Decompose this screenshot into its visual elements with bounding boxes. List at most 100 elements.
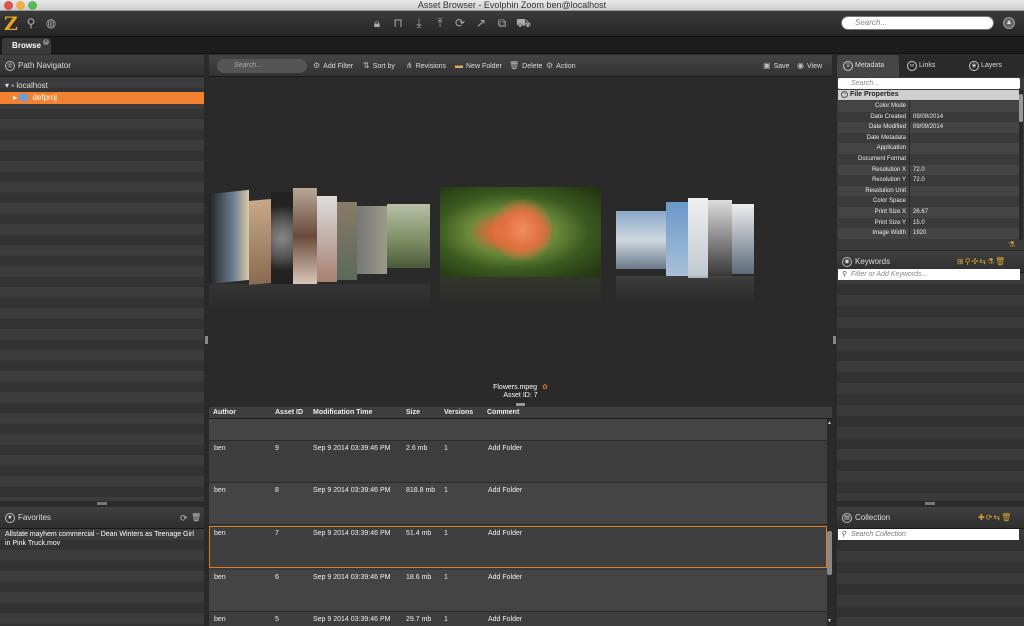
keywords-list bbox=[837, 273, 1024, 501]
thumbnail[interactable] bbox=[688, 198, 708, 278]
left-splitter-handle[interactable] bbox=[97, 502, 107, 505]
thumbnail[interactable] bbox=[249, 199, 271, 285]
flask-icon[interactable]: ⚗ bbox=[1008, 240, 1015, 249]
table-row[interactable] bbox=[209, 419, 827, 441]
property-value[interactable]: 72.0 bbox=[913, 165, 925, 176]
path-navigator-title: Path Navigator bbox=[18, 61, 71, 70]
tab-links[interactable]: ∞ Links bbox=[901, 55, 961, 77]
share-icon[interactable]: ↗ bbox=[474, 16, 488, 30]
close-icon[interactable]: × bbox=[43, 39, 49, 45]
collection-search-input[interactable]: ⚲ Search Collection bbox=[838, 529, 1019, 540]
favorite-item[interactable]: Allstate mayhem commercial - Dean Winter… bbox=[5, 530, 200, 548]
cart-icon[interactable]: ⛟ bbox=[516, 16, 531, 30]
thumbnail[interactable] bbox=[387, 204, 430, 268]
table-row-selected[interactable]: ben 7 Sep 9 2014 03:39:46 PM 51.4 mb 1 A… bbox=[209, 526, 827, 568]
collection-tools-icon[interactable]: ✚⟳⇆🗑︎ bbox=[978, 512, 1012, 524]
property-row: Color Space bbox=[838, 196, 1020, 207]
tab-layers[interactable]: ◈ Layers bbox=[963, 55, 1023, 77]
property-value[interactable]: 09/09/2014 bbox=[913, 112, 943, 123]
view-button[interactable]: ◉ View bbox=[797, 59, 822, 73]
cell-versions: 1 bbox=[444, 530, 448, 537]
thumbnail[interactable] bbox=[616, 211, 666, 269]
table-row[interactable]: ben 6 Sep 9 2014 03:39:46 PM 18.6 mb 1 A… bbox=[209, 570, 827, 612]
layers-icon: ◈ bbox=[969, 61, 979, 71]
left-divider-grip[interactable] bbox=[205, 336, 208, 344]
thumbnail[interactable] bbox=[357, 206, 387, 274]
cell-author: ben bbox=[214, 487, 226, 494]
column-modification-time[interactable]: Modification Time bbox=[313, 407, 372, 419]
table-row[interactable]: ben 5 Sep 9 2014 03:39:46 PM 29.7 mb 1 A… bbox=[209, 612, 827, 626]
copy-icon[interactable]: ⧉ bbox=[495, 16, 509, 30]
column-author[interactable]: Author bbox=[213, 407, 236, 419]
property-row: Document Format bbox=[838, 154, 1020, 165]
selected-thumbnail[interactable] bbox=[440, 187, 601, 277]
unlock-icon[interactable]: ⊓ bbox=[391, 16, 405, 30]
property-value[interactable]: 1920 bbox=[913, 228, 926, 239]
column-asset-id[interactable]: Asset ID bbox=[275, 407, 303, 419]
delete-label: Delete bbox=[522, 63, 543, 70]
lock-icon[interactable]: 🔒︎ bbox=[370, 16, 384, 30]
right-splitter-handle[interactable] bbox=[925, 502, 935, 505]
property-value[interactable]: 09/09/2014 bbox=[913, 122, 943, 133]
sort-by-button[interactable]: ⇅ Sort by bbox=[363, 59, 395, 73]
thumbnail[interactable] bbox=[317, 196, 337, 282]
property-value[interactable]: 15.0 bbox=[913, 218, 925, 229]
new-folder-button[interactable]: ▬ New Folder bbox=[455, 59, 502, 73]
metadata-scrollbar-thumb[interactable] bbox=[1019, 94, 1023, 122]
global-search-input[interactable]: Search... bbox=[841, 16, 994, 30]
thumbnail[interactable] bbox=[293, 188, 317, 284]
metadata-scrollbar[interactable] bbox=[1019, 90, 1023, 240]
tab-metadata[interactable]: ≡ Metadata bbox=[837, 55, 899, 77]
scroll-up-arrow-icon[interactable]: ▲ bbox=[827, 420, 832, 426]
asset-search-input[interactable]: Search... bbox=[217, 59, 307, 73]
sync-icon[interactable]: ⟳ bbox=[453, 16, 467, 30]
download-icon[interactable]: ⤓ bbox=[412, 16, 426, 30]
add-filter-button[interactable]: ⚙ Add Filter bbox=[313, 59, 353, 73]
right-divider-grip[interactable] bbox=[833, 336, 836, 344]
table-row[interactable]: ben 9 Sep 9 2014 03:39:46 PM 2.6 mb 1 Ad… bbox=[209, 441, 827, 483]
expand-arrow-icon[interactable]: ▾ bbox=[5, 81, 9, 90]
collapse-icon[interactable]: − bbox=[841, 91, 848, 98]
refresh-icon[interactable]: ⟳ bbox=[180, 507, 188, 529]
save-button[interactable]: ▣ Save bbox=[763, 59, 790, 73]
column-size[interactable]: Size bbox=[406, 407, 420, 419]
action-label: Action bbox=[556, 63, 576, 70]
cell-time: Sep 9 2014 03:39:46 PM bbox=[313, 445, 391, 452]
action-button[interactable]: ⚙ Action bbox=[546, 59, 576, 73]
trash-icon[interactable]: 🗑︎ bbox=[191, 507, 201, 529]
upload-icon[interactable]: ⤒ bbox=[433, 16, 447, 30]
file-properties-header[interactable]: File Properties bbox=[838, 90, 1020, 100]
keywords-filter-input[interactable]: Filter or Add Keywords... bbox=[838, 269, 1020, 280]
column-versions[interactable]: Versions bbox=[444, 407, 473, 419]
user-icon[interactable]: ▲ bbox=[1003, 17, 1015, 29]
keyword-tools-icon[interactable]: ⊞⚲✣⇆⚗🗑︎ bbox=[957, 256, 1006, 268]
thumbnail[interactable] bbox=[209, 189, 249, 285]
table-scrollbar-thumb[interactable] bbox=[827, 531, 832, 575]
delete-button[interactable]: 🗑︎ Delete bbox=[509, 59, 542, 73]
expand-arrow-icon[interactable]: ▸ bbox=[13, 93, 17, 102]
table-scrollbar[interactable]: ▲ ▼ bbox=[827, 419, 832, 626]
globe-icon[interactable]: ◍ bbox=[44, 16, 58, 30]
thumbnail[interactable] bbox=[732, 204, 754, 274]
table-row[interactable]: ben 8 Sep 9 2014 03:39:46 PM 818.8 mb 1 … bbox=[209, 483, 827, 525]
column-comment[interactable]: Comment bbox=[487, 407, 519, 419]
thumbnail[interactable] bbox=[666, 202, 688, 276]
cell-versions: 1 bbox=[444, 574, 448, 581]
thumbnail[interactable] bbox=[337, 202, 357, 280]
search-icon[interactable]: ⚲ bbox=[24, 16, 38, 30]
cell-comment: Add Folder bbox=[488, 445, 523, 452]
thumbnail[interactable] bbox=[708, 200, 732, 278]
favorites-panel: ★ Favorites ⟳ 🗑︎ Allstate mayhem commerc… bbox=[0, 507, 204, 626]
cell-asset-id: 7 bbox=[275, 530, 279, 537]
property-value[interactable]: 26.67 bbox=[913, 207, 928, 218]
app-logo: Z bbox=[4, 13, 18, 35]
revisions-button[interactable]: ⋔ Revisions bbox=[406, 59, 446, 73]
eye-icon: ◉ bbox=[797, 61, 804, 70]
tree-item-defproj[interactable]: ▸ defproj bbox=[0, 92, 204, 104]
tree-item-localhost[interactable]: ▾ ▪ localhost bbox=[0, 80, 204, 92]
scroll-down-arrow-icon[interactable]: ▼ bbox=[827, 618, 832, 624]
thumbnail[interactable] bbox=[271, 192, 293, 284]
metadata-search-input[interactable]: Search... bbox=[838, 78, 1020, 89]
viewer-splitter-handle[interactable] bbox=[516, 403, 525, 406]
property-value[interactable]: 72.0 bbox=[913, 175, 925, 186]
